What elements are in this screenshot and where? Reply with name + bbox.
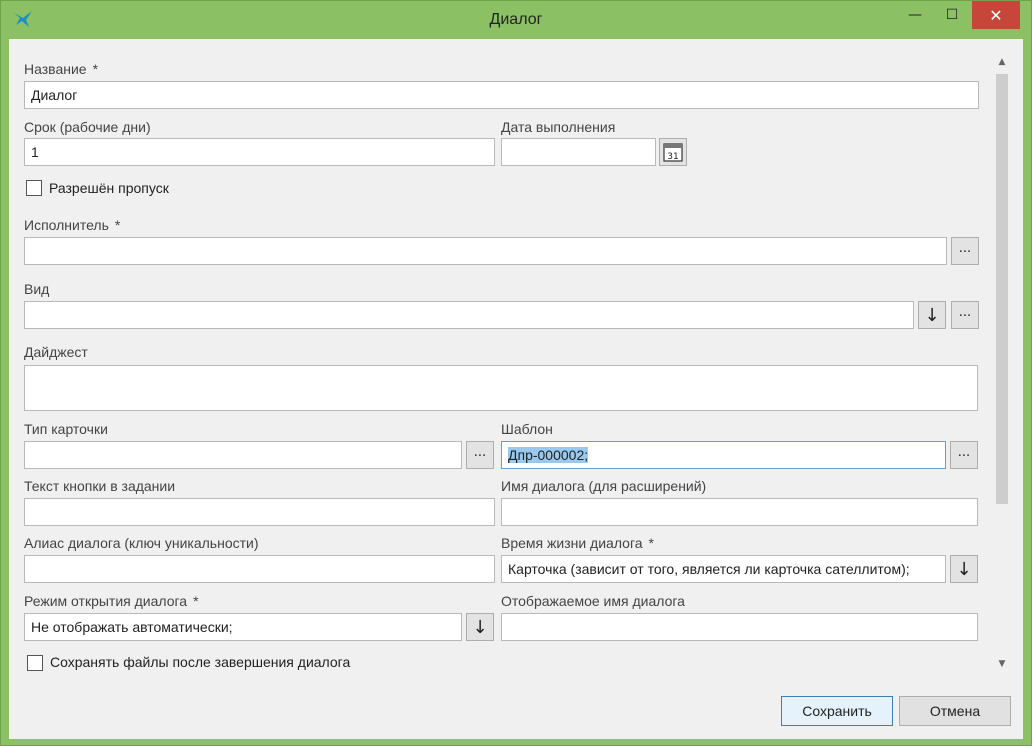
dialog-name-ext-input[interactable] [501, 498, 978, 526]
display-name-label: Отображаемое имя диалога [501, 593, 685, 609]
dialog-content: Название * Диалог Срок (рабочие дни) 1 Да… [9, 39, 1023, 739]
term-label: Срок (рабочие дни) [24, 119, 151, 135]
card-type-label: Тип карточки [24, 421, 108, 437]
skip-allowed-label: Разрешён пропуск [49, 180, 169, 196]
maximize-icon: ☐ [945, 7, 959, 23]
digest-textarea[interactable] [24, 365, 978, 411]
kind-input[interactable] [24, 301, 914, 329]
required-mark: * [648, 535, 654, 551]
digest-label: Дайджест [24, 344, 88, 360]
dialog-alias-input[interactable] [24, 555, 495, 583]
name-label-text: Название [24, 61, 87, 77]
minimize-icon: — [908, 7, 922, 23]
executor-browse-button[interactable]: ... [951, 237, 979, 265]
button-text-input[interactable] [24, 498, 495, 526]
calendar-icon: 31 [663, 143, 683, 162]
dialog-lifetime-label-text: Время жизни диалога [501, 535, 643, 551]
window-title: Диалог [489, 11, 543, 28]
template-browse-button[interactable]: ... [950, 441, 978, 469]
executor-input[interactable] [24, 237, 947, 265]
arrow-down-icon: ↓ [956, 558, 972, 580]
due-date-label: Дата выполнения [501, 119, 616, 135]
arrow-down-icon: ↓ [924, 304, 940, 326]
vertical-scrollbar[interactable]: ▲ ▼ [993, 49, 1011, 679]
required-mark: * [193, 593, 199, 609]
required-mark: * [114, 217, 121, 233]
kind-label: Вид [24, 281, 50, 297]
open-mode-dropdown-button[interactable]: ↓ [466, 613, 494, 641]
open-mode-label-text: Режим открытия диалога [24, 593, 188, 609]
dialog-window: Диалог — ☐ ✕ Название * Диалог Срок (рабо… [0, 0, 1032, 746]
minimize-button[interactable]: — [898, 1, 932, 29]
keep-files-label: Сохранять файлы после завершения диалога [50, 654, 351, 670]
save-button[interactable]: Сохранить [781, 696, 893, 726]
dialog-name-ext-label: Имя диалога (для расширений) [501, 478, 707, 494]
cancel-button[interactable]: Отмена [899, 696, 1011, 726]
skip-allowed-checkbox[interactable] [26, 180, 42, 196]
title-bar[interactable]: Диалог — ☐ ✕ [1, 1, 1031, 39]
calendar-button[interactable]: 31 [659, 138, 687, 166]
dialog-lifetime-select[interactable]: Карточка (зависит от того, является ли к… [501, 555, 946, 583]
template-input[interactable]: Дпр-000002; [501, 441, 946, 469]
name-input[interactable]: Диалог [24, 81, 979, 109]
card-type-browse-button[interactable]: ... [466, 441, 494, 469]
button-text-label: Текст кнопки в задании [24, 478, 176, 494]
executor-label: Исполнитель * [24, 217, 120, 233]
template-selected-text: Дпр-000002; [508, 447, 589, 463]
card-type-input[interactable] [24, 441, 462, 469]
close-icon: ✕ [989, 5, 1003, 25]
display-name-input[interactable] [501, 613, 978, 641]
svg-text:31: 31 [667, 152, 678, 162]
kind-dropdown-button[interactable]: ↓ [918, 301, 946, 329]
open-mode-select[interactable]: Не отображать автоматически; [24, 613, 462, 641]
template-label: Шаблон [501, 421, 553, 437]
scroll-down-icon[interactable]: ▼ [993, 659, 1011, 673]
close-button[interactable]: ✕ [972, 1, 1020, 29]
name-label: Название * [24, 61, 98, 77]
dialog-lifetime-dropdown-button[interactable]: ↓ [950, 555, 978, 583]
due-date-input[interactable] [501, 138, 656, 166]
scroll-up-icon[interactable]: ▲ [993, 57, 1011, 71]
kind-browse-button[interactable]: ... [951, 301, 979, 329]
required-mark: * [92, 61, 99, 77]
maximize-button[interactable]: ☐ [935, 1, 969, 29]
executor-label-text: Исполнитель [24, 217, 109, 233]
dialog-alias-label: Алиас диалога (ключ уникальности) [24, 535, 259, 551]
dialog-lifetime-label: Время жизни диалога * [501, 535, 654, 551]
arrow-down-icon: ↓ [472, 616, 488, 638]
scroll-thumb[interactable] [996, 74, 1008, 504]
open-mode-label: Режим открытия диалога * [24, 593, 199, 609]
term-input[interactable]: 1 [24, 138, 495, 166]
keep-files-checkbox[interactable] [27, 655, 43, 671]
